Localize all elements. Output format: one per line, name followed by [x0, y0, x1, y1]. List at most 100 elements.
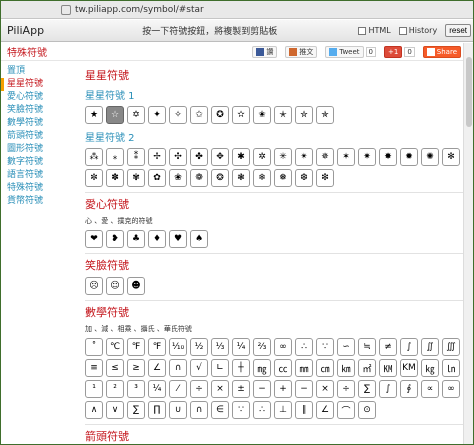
- checkbox-icon[interactable]: [358, 26, 367, 35]
- symbol-button[interactable]: ♣: [127, 230, 145, 248]
- symbol-button[interactable]: ✻: [442, 148, 460, 166]
- symbol-button[interactable]: ×: [316, 380, 334, 398]
- symbol-button[interactable]: ⁄: [169, 380, 187, 398]
- symbol-button[interactable]: ✼: [85, 169, 103, 187]
- symbol-button[interactable]: ❅: [274, 169, 292, 187]
- symbol-button[interactable]: ≤: [106, 359, 124, 377]
- sidebar-item-number[interactable]: 數字符號: [1, 156, 79, 169]
- symbol-button[interactable]: ∩: [169, 359, 187, 377]
- symbol-button[interactable]: ∭: [442, 338, 460, 356]
- symbol-button[interactable]: −: [295, 380, 313, 398]
- symbol-button[interactable]: ∏: [148, 401, 166, 419]
- symbol-button[interactable]: ✥: [211, 148, 229, 166]
- symbol-button[interactable]: ✬: [253, 106, 271, 124]
- symbol-button[interactable]: ∫: [379, 380, 397, 398]
- symbol-button[interactable]: ≠: [379, 338, 397, 356]
- symbol-button[interactable]: ∑: [127, 401, 145, 419]
- symbol-button[interactable]: ∟: [211, 359, 229, 377]
- symbol-button[interactable]: ∴: [295, 338, 313, 356]
- symbol-button[interactable]: ❆: [295, 169, 313, 187]
- symbol-button[interactable]: −: [253, 380, 271, 398]
- symbol-button[interactable]: ∝: [421, 380, 439, 398]
- symbol-button[interactable]: ∈: [211, 401, 229, 419]
- symbol-button[interactable]: ❀: [169, 169, 187, 187]
- symbol-button[interactable]: ∑: [358, 380, 376, 398]
- symbol-button[interactable]: ㎜: [295, 359, 313, 377]
- symbol-button[interactable]: ∽: [337, 338, 355, 356]
- symbol-button[interactable]: ∮: [400, 380, 418, 398]
- symbol-button[interactable]: ∞: [442, 380, 460, 398]
- brand-logo[interactable]: PiliApp: [1, 24, 61, 37]
- symbol-button[interactable]: ∩: [190, 401, 208, 419]
- sidebar-item-special[interactable]: 特殊符號: [1, 182, 79, 195]
- symbol-button[interactable]: ℉: [127, 338, 145, 356]
- symbol-button[interactable]: ✴: [295, 148, 313, 166]
- symbol-button[interactable]: ✵: [316, 148, 334, 166]
- share-button[interactable]: Share: [422, 45, 461, 58]
- symbol-button[interactable]: ✩: [190, 106, 208, 124]
- symbol-button[interactable]: ✫: [232, 106, 250, 124]
- symbol-button[interactable]: ✷: [358, 148, 376, 166]
- symbol-button[interactable]: ¼: [232, 338, 250, 356]
- symbol-button[interactable]: ✶: [337, 148, 355, 166]
- symbol-button[interactable]: ∞: [274, 338, 292, 356]
- symbol-button[interactable]: ㏄: [274, 359, 292, 377]
- symbol-button[interactable]: ┼: [232, 359, 250, 377]
- symbol-button[interactable]: ∴: [253, 401, 271, 419]
- sidebar-item-star[interactable]: 星星符號: [1, 78, 79, 91]
- symbol-button[interactable]: ½: [190, 338, 208, 356]
- symbol-button[interactable]: ✪: [211, 106, 229, 124]
- symbol-button[interactable]: ㎏: [421, 359, 439, 377]
- symbol-button[interactable]: ❥: [106, 230, 124, 248]
- symbol-button[interactable]: ♠: [190, 230, 208, 248]
- sidebar-item-language[interactable]: 語言符號: [1, 169, 79, 182]
- symbol-button[interactable]: ¼: [148, 380, 166, 398]
- symbol-button[interactable]: ✺: [421, 148, 439, 166]
- sidebar-item-heart[interactable]: 愛心符號: [1, 91, 79, 104]
- symbol-button[interactable]: ≥: [127, 359, 145, 377]
- symbol-button[interactable]: ¹: [85, 380, 103, 398]
- facebook-like-button[interactable]: 讚: [252, 45, 278, 58]
- symbol-button[interactable]: ✿: [148, 169, 166, 187]
- symbol-button[interactable]: ⁎: [106, 148, 124, 166]
- symbol-button[interactable]: ✤: [190, 148, 208, 166]
- symbol-button[interactable]: ✧: [169, 106, 187, 124]
- symbol-button[interactable]: ✳: [274, 148, 292, 166]
- symbol-button[interactable]: ❂: [211, 169, 229, 187]
- symbol-button[interactable]: ✣: [169, 148, 187, 166]
- symbol-button[interactable]: ≡: [85, 359, 103, 377]
- symbol-button[interactable]: ∫: [400, 338, 418, 356]
- sidebar-item-currency[interactable]: 貨幣符號: [1, 195, 79, 208]
- symbol-button[interactable]: √: [190, 359, 208, 377]
- symbol-button[interactable]: ÷: [337, 380, 355, 398]
- symbol-button[interactable]: ✯: [316, 106, 334, 124]
- reset-button[interactable]: reset: [445, 24, 471, 37]
- symbol-button[interactable]: ✸: [379, 148, 397, 166]
- gplus-button[interactable]: +1: [384, 45, 403, 58]
- symbol-button[interactable]: KM: [400, 359, 418, 377]
- symbol-button[interactable]: ×: [211, 380, 229, 398]
- symbol-button[interactable]: ㏎: [379, 359, 397, 377]
- symbol-button[interactable]: ˚: [85, 338, 103, 356]
- scrollbar-thumb[interactable]: [466, 57, 472, 127]
- url-text[interactable]: tw.piliapp.com/symbol/#star: [75, 5, 204, 15]
- symbol-button[interactable]: ✲: [253, 148, 271, 166]
- address-bar[interactable]: tw.piliapp.com/symbol/#star: [1, 1, 473, 19]
- symbol-button[interactable]: ±: [232, 380, 250, 398]
- sidebar-item-shape[interactable]: 圖形符號: [1, 143, 79, 156]
- history-checkbox[interactable]: History: [398, 26, 437, 35]
- symbol-button[interactable]: ⌒: [337, 401, 355, 419]
- tweet-button[interactable]: Tweet: [325, 45, 364, 58]
- symbol-button[interactable]: ㎎: [253, 359, 271, 377]
- symbol-button[interactable]: ✮: [295, 106, 313, 124]
- symbol-button[interactable]: ✢: [148, 148, 166, 166]
- symbol-button[interactable]: +: [274, 380, 292, 398]
- symbol-button[interactable]: ÷: [190, 380, 208, 398]
- symbol-button[interactable]: ☆: [106, 106, 124, 124]
- checkbox-icon[interactable]: [398, 26, 407, 35]
- symbol-button[interactable]: ∧: [85, 401, 103, 419]
- symbol-button[interactable]: ∪: [169, 401, 187, 419]
- scrollbar[interactable]: [463, 43, 473, 444]
- symbol-button[interactable]: ⁑: [127, 148, 145, 166]
- html-checkbox[interactable]: HTML: [358, 26, 391, 35]
